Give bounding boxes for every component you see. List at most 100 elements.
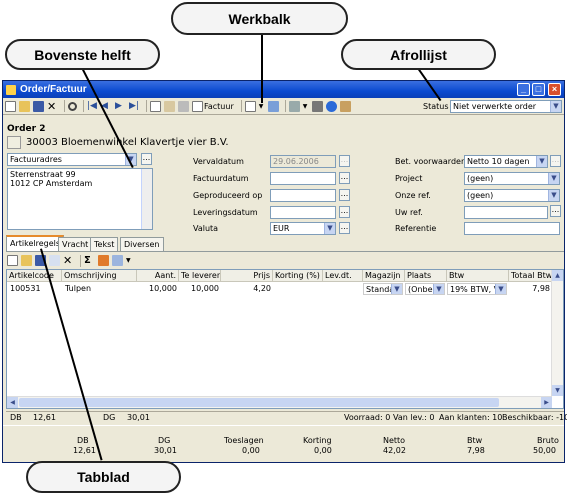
uw-ref-field[interactable] [464,206,548,219]
document-icon[interactable] [244,100,256,112]
cell-magazijn-dropdown[interactable]: Standaa ▼ [363,283,403,295]
customer-icon[interactable] [7,136,21,149]
chevron-down-icon: ▼ [433,284,444,294]
geproduceerd-field[interactable] [270,189,336,202]
delete-icon[interactable]: ✕ [47,101,58,112]
search-icon[interactable] [68,101,77,111]
copy-icon[interactable] [150,100,161,112]
valuta-button[interactable]: ... [339,222,350,234]
edit-line-icon[interactable] [49,255,60,266]
vertical-scrollbar[interactable]: ▲ ▼ [551,270,563,396]
toolbar-divider [83,100,84,112]
column-header-totaal-btw[interactable]: Totaal Btw [509,270,553,282]
column-header-te-leveren[interactable]: Te leveren [179,270,221,282]
paste-icon[interactable] [164,100,175,112]
totals-db-label: DB [77,436,89,445]
column-header-btw[interactable]: Btw [447,270,509,282]
stock-icon[interactable] [98,255,109,266]
help-icon[interactable] [325,100,337,112]
tab-diversen[interactable]: Diversen [120,237,164,251]
address-scrollbar[interactable] [141,169,152,229]
onze-ref-dropdown[interactable]: (geen) ▼ [464,189,560,202]
status-dg-label: DG [103,413,116,422]
referentie-label: Referentie [395,224,437,233]
uw-ref-button[interactable]: ... [550,205,561,217]
factuurdatum-button[interactable]: ... [339,172,350,184]
leveringsdatum-button[interactable]: ... [339,206,350,218]
factuurdatum-field[interactable] [270,172,336,185]
factuur-button[interactable]: Factuur [204,102,234,111]
cell-levdt[interactable] [323,283,361,295]
dropdown-arrow-icon[interactable]: ▼ [303,101,309,112]
geproduceerd-label: Geproduceerd op [193,191,263,200]
column-header-prijs[interactable]: Prijs [221,270,273,282]
column-header-artikelcode[interactable]: Artikelcode [7,270,62,282]
exit-icon[interactable] [339,100,351,112]
cell-omschrijving[interactable]: Tulpen [65,283,135,295]
open-line-icon[interactable] [21,255,32,266]
save-icon[interactable] [33,100,44,112]
scroll-right-icon[interactable]: ▶ [541,397,552,408]
cell-totaal-btw[interactable]: 7,98 [509,283,550,295]
scroll-left-icon[interactable]: ◀ [7,397,18,408]
print-icon[interactable] [311,100,323,112]
maximize-icon[interactable]: □ [532,83,545,96]
address-type-dropdown[interactable]: Factuuradres ▼ [7,153,137,166]
cell-btw-dropdown[interactable]: 19% BTW, Ve ▼ [447,283,507,295]
first-record-icon[interactable]: |◀ [87,101,98,112]
article-lines-grid: Artikelcode Omschrijving Aant. Te levere… [6,269,564,409]
export-icon[interactable] [267,100,279,112]
column-header-omschrijving[interactable]: Omschrijving [62,270,137,282]
tab-artikelregels[interactable]: Artikelregels [6,235,65,252]
column-header-aant[interactable]: Aant. [137,270,179,282]
scroll-thumb[interactable] [19,398,499,407]
project-dropdown[interactable]: (geen) ▼ [464,172,560,185]
sum-icon[interactable]: Σ [84,255,95,266]
referentie-field[interactable] [464,222,560,235]
cell-plaats-dropdown[interactable]: (Onbeke ▼ [405,283,445,295]
bet-voorwaarden-value: Netto 10 dagen [467,157,530,166]
onze-ref-value: (geen) [467,191,494,200]
scroll-down-icon[interactable]: ▼ [552,385,563,396]
cell-aant[interactable]: 10,000 [137,283,177,295]
next-record-icon[interactable]: ▶ [115,101,126,112]
horizontal-scrollbar[interactable]: ◀ ▶ [7,396,552,408]
leveringsdatum-field[interactable] [270,206,336,219]
geproduceerd-button[interactable]: ... [339,189,350,201]
valuta-dropdown[interactable]: EUR ▼ [270,222,336,235]
open-icon[interactable] [19,100,30,112]
status-dropdown[interactable]: Niet verwerkte order ▼ [450,100,562,113]
grid-icon[interactable] [178,100,189,112]
copy-line-icon[interactable] [112,255,123,266]
tab-vracht[interactable]: Vracht [58,237,93,251]
cell-te-leveren[interactable]: 10,000 [179,283,219,295]
delete-line-icon[interactable]: ✕ [63,255,74,266]
column-header-levdt[interactable]: Lev.dt. [323,270,363,282]
address-lookup-button[interactable]: ... [141,153,152,165]
scroll-up-icon[interactable]: ▲ [552,270,563,281]
dropdown-arrow-icon[interactable]: ▼ [126,255,132,266]
minimize-icon[interactable]: _ [517,83,530,96]
toolbar-divider [64,100,65,112]
settings-icon[interactable] [288,100,300,112]
cell-korting[interactable] [273,283,321,295]
cell-prijs[interactable]: 4,20 [221,283,271,295]
totals-netto-value: 42,02 [383,446,406,455]
address-textarea[interactable]: Sterrenstraat 99 1012 CP Amsterdam [7,168,153,230]
new-icon[interactable] [5,100,16,112]
invoice-icon[interactable] [192,100,203,112]
totals-btw-value: 7,98 [467,446,485,455]
uw-ref-label: Uw ref. [395,208,423,217]
tab-tekst[interactable]: Tekst [90,237,119,251]
column-header-plaats[interactable]: Plaats [405,270,447,282]
close-icon[interactable]: × [548,83,561,96]
totals-netto-label: Netto [383,436,406,445]
status-beschikbaar: Beschikbaar: -10 [502,413,567,422]
bet-voorwaarden-dropdown[interactable]: Netto 10 dagen ▼ [464,155,548,168]
column-header-magazijn[interactable]: Magazijn [363,270,405,282]
last-record-icon[interactable]: ▶| [129,101,140,112]
column-header-korting[interactable]: Korting (%) [273,270,323,282]
toolbar-divider [146,100,147,112]
new-line-icon[interactable] [7,255,18,266]
callout-werkbalk: Werkbalk [171,2,348,35]
